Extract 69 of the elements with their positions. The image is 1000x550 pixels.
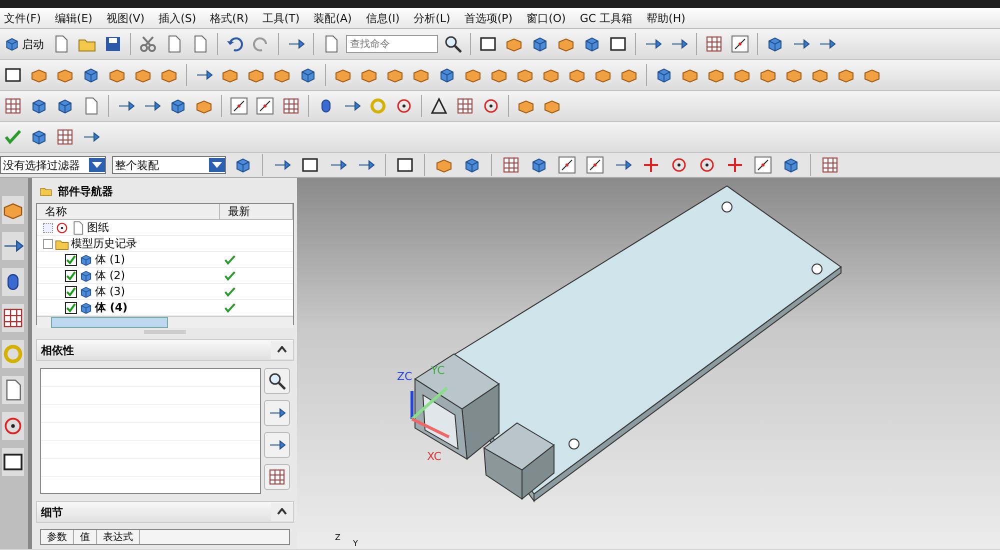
scope-dropdown[interactable]: 整个装配 bbox=[112, 156, 226, 174]
grid-icon[interactable] bbox=[264, 464, 290, 490]
checkbox[interactable] bbox=[65, 286, 77, 298]
section-title: 相依性 bbox=[41, 342, 74, 358]
menu-item[interactable]: 编辑(E) bbox=[54, 10, 92, 26]
column-header[interactable]: 最新 bbox=[220, 204, 293, 219]
type-filter-dropdown[interactable]: 没有选择过滤器 bbox=[0, 156, 106, 174]
column-header[interactable]: 表达式 bbox=[97, 530, 140, 544]
menu-item[interactable]: 工具(T) bbox=[262, 10, 300, 26]
checkbox[interactable] bbox=[65, 254, 77, 266]
caret-up-icon bbox=[277, 346, 287, 353]
expander-icon[interactable] bbox=[43, 238, 53, 248]
line-icon[interactable] bbox=[752, 154, 774, 176]
cube-icon bbox=[79, 300, 93, 314]
column-header[interactable]: 值 bbox=[74, 530, 97, 544]
axis-label: YC bbox=[431, 364, 445, 377]
triad-label: Y bbox=[353, 539, 358, 548]
line-icon[interactable] bbox=[556, 154, 578, 176]
triangle-icon[interactable] bbox=[428, 95, 450, 117]
line-icon[interactable] bbox=[729, 33, 751, 55]
checkbox[interactable] bbox=[65, 302, 77, 314]
panel-title: 部件导航器 bbox=[58, 184, 113, 198]
axis-label: ZC bbox=[397, 370, 412, 383]
node-label[interactable]: 体 (4) bbox=[95, 300, 128, 315]
line-icon[interactable] bbox=[228, 95, 250, 117]
cylinder-icon[interactable] bbox=[2, 268, 24, 296]
collapse-button[interactable] bbox=[271, 341, 293, 359]
caret-up-icon bbox=[277, 508, 287, 515]
collapse-button[interactable] bbox=[271, 503, 293, 521]
node-label[interactable]: 图纸 bbox=[87, 220, 109, 235]
node-label[interactable]: 体 (2) bbox=[95, 268, 126, 283]
cube-icon bbox=[79, 252, 93, 266]
node-label[interactable]: 模型历史记录 bbox=[71, 236, 137, 251]
cube-icon bbox=[79, 268, 93, 282]
command-search-field[interactable]: 查找命令 bbox=[346, 35, 438, 53]
menu-item[interactable]: 帮助(H) bbox=[646, 10, 686, 26]
menu-item[interactable]: 插入(S) bbox=[158, 10, 196, 26]
cube-icon bbox=[79, 284, 93, 298]
section-title: 细节 bbox=[41, 504, 63, 520]
horizontal-scrollbar[interactable] bbox=[37, 316, 293, 328]
menu-item[interactable]: 信息(I) bbox=[366, 10, 400, 26]
coordinate-axes-drawing bbox=[410, 386, 450, 438]
menu-item[interactable]: 装配(A) bbox=[314, 10, 352, 26]
grid-icon[interactable] bbox=[2, 304, 24, 332]
start-button[interactable]: 启动 bbox=[2, 36, 46, 52]
line-icon[interactable] bbox=[584, 154, 606, 176]
checkbox[interactable] bbox=[65, 270, 77, 282]
node-label[interactable]: 体 (1) bbox=[95, 252, 126, 267]
line-icon[interactable] bbox=[254, 95, 276, 117]
menu-item[interactable]: 视图(V) bbox=[106, 10, 145, 26]
circle-icon bbox=[55, 220, 69, 234]
menu-item[interactable]: 分析(L) bbox=[414, 10, 450, 26]
search-icon[interactable] bbox=[264, 368, 290, 394]
folder-icon bbox=[40, 185, 52, 197]
menu-item[interactable]: 格式(R) bbox=[210, 10, 248, 26]
column-header[interactable]: 参数 bbox=[41, 530, 74, 544]
triad-label: Z bbox=[335, 533, 340, 542]
menu-item[interactable]: GC 工具箱 bbox=[580, 10, 633, 26]
menu-item[interactable]: 文件(F) bbox=[4, 10, 41, 26]
page-icon[interactable] bbox=[2, 376, 24, 404]
menu-item[interactable]: 窗口(O) bbox=[526, 10, 566, 26]
axis-label: XC bbox=[427, 450, 442, 463]
cube-icon bbox=[4, 36, 20, 52]
square-icon[interactable] bbox=[2, 448, 24, 476]
expander-icon[interactable] bbox=[43, 222, 53, 232]
node-label[interactable]: 体 (3) bbox=[95, 284, 126, 299]
menu-item[interactable]: 首选项(P) bbox=[464, 10, 513, 26]
block-icon[interactable] bbox=[2, 196, 24, 224]
column-header[interactable]: 名称 bbox=[37, 204, 220, 219]
